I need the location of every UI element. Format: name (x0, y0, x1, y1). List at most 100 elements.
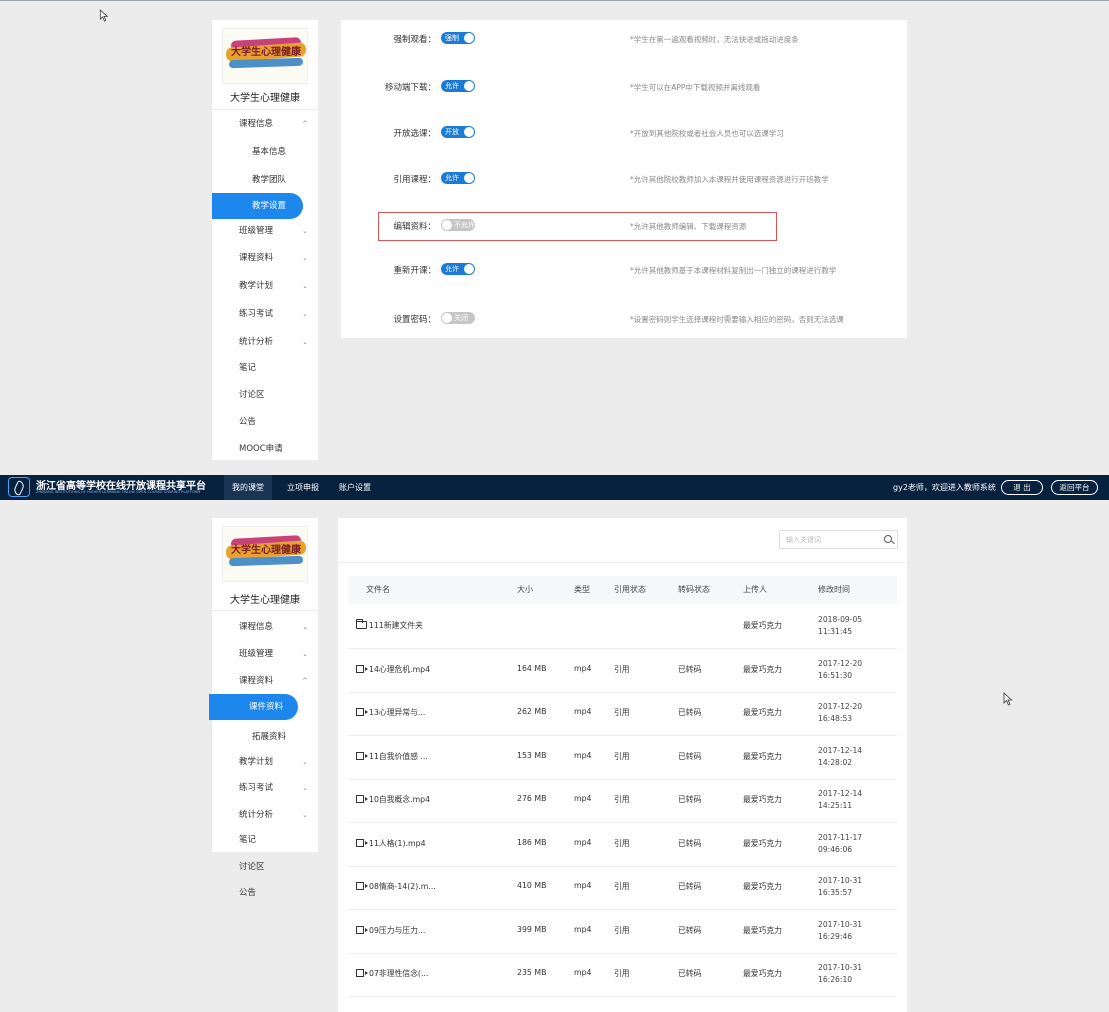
chevron-down-icon[interactable]: ⌄ (302, 749, 308, 775)
logout-button[interactable]: 退 出 (1001, 480, 1043, 495)
cite-course-toggle[interactable]: 允许 (441, 172, 475, 184)
sidebar-item[interactable]: 教学设置 (212, 193, 303, 219)
chevron-up-icon[interactable]: ^ (302, 111, 308, 137)
sidebar-item[interactable]: 课程信息 ⌄ (212, 614, 318, 640)
platform-subtitle: ZHEJIANG INSTITUTIONS OF HIGHER LEARNING… (36, 490, 201, 494)
sidebar-item-label: 课程信息 (239, 119, 274, 129)
sidebar-item[interactable]: 练习考试 ⌄ (212, 301, 318, 327)
sidebar-item-label: 练习考试 (239, 309, 274, 319)
chevron-down-icon[interactable]: ⌄ (302, 614, 308, 640)
chevron-down-icon[interactable]: ⌄ (302, 273, 308, 299)
chevron-down-icon[interactable]: ⌄ (302, 245, 308, 271)
sidebar-item[interactable]: 统计分析 ⌄ (212, 802, 318, 828)
uploader: 最爱巧克力 (743, 621, 782, 630)
file-name[interactable]: 09压力与压力... (369, 925, 425, 936)
search-icon[interactable] (884, 535, 892, 543)
sidebar-item[interactable]: MOOC申请 (212, 436, 318, 462)
video-icon (356, 752, 368, 760)
nav-my-classroom[interactable]: 我的课堂 (224, 475, 272, 500)
sidebar-item[interactable]: 笔记 (212, 355, 318, 381)
file-type: mp4 (574, 664, 592, 673)
divider (212, 109, 318, 110)
course-logo: 大学生心理健康 (222, 526, 308, 582)
file-name[interactable]: 08情商-14(2).m... (369, 881, 436, 892)
file-type: mp4 (574, 968, 592, 977)
file-name[interactable]: 111新建文件夹 (369, 620, 423, 631)
sidebar-item[interactable]: 班级管理 ⌄ (212, 641, 318, 667)
divider (212, 610, 318, 611)
nav-account-settings[interactable]: 账户设置 (339, 475, 371, 500)
sidebar-item[interactable]: 笔记 (212, 827, 318, 853)
modified-date: 2017-12-14 (818, 789, 863, 798)
mobile-download-toggle[interactable]: 允许 (441, 80, 475, 92)
sidebar-item[interactable]: 班级管理 ⌄ (212, 218, 318, 244)
sidebar-item[interactable]: 教学计划 ⌄ (212, 749, 318, 775)
open-enrollment-toggle[interactable]: 开放 (441, 126, 475, 138)
table-row[interactable] (348, 604, 897, 648)
nav-project-apply[interactable]: 立项申报 (287, 475, 319, 500)
set-password-description: *设置密码则学生选择课程时需要输入相应的密码，否则无法选课 (630, 315, 844, 324)
search-input[interactable] (786, 534, 876, 546)
search-box[interactable] (779, 530, 898, 549)
file-name[interactable]: 13心理异常与... (369, 707, 425, 718)
modified-date: 2017-12-14 (818, 746, 863, 755)
chevron-down-icon[interactable]: ⌄ (302, 775, 308, 801)
sidebar-item-label: 讨论区 (239, 390, 265, 400)
col-uploader[interactable]: 上传人 (743, 576, 767, 604)
force-watch-toggle[interactable]: 强制 (441, 32, 475, 44)
col-transcode-status[interactable]: 转码状态 (678, 576, 710, 604)
sidebar-item[interactable]: 课程资料 ^ (212, 668, 318, 694)
file-name[interactable]: 11自我价值感 ... (369, 751, 428, 762)
file-name[interactable]: 14心理危机.mp4 (369, 664, 430, 675)
sidebar-item[interactable]: 拓展资料 (212, 724, 318, 750)
sidebar-item-label: 班级管理 (239, 649, 274, 659)
restart-course-toggle[interactable]: 允许 (441, 263, 475, 275)
file-name[interactable]: 10自我概念.mp4 (369, 794, 430, 805)
col-modified-time[interactable]: 修改时间 (818, 576, 850, 604)
top-navbar: 浙江省高等学校在线开放课程共享平台 ZHEJIANG INSTITUTIONS … (0, 475, 1109, 500)
sidebar-item-label: MOOC申请 (239, 444, 283, 454)
transcode-status: 已转码 (678, 969, 702, 978)
back-to-platform-button[interactable]: 返回平台 (1051, 480, 1098, 495)
chevron-down-icon[interactable]: ⌄ (302, 802, 308, 828)
sidebar-item[interactable]: 公告 (212, 880, 318, 906)
sidebar-item[interactable]: 统计分析 ⌄ (212, 329, 318, 355)
transcode-status: 已转码 (678, 795, 702, 804)
chevron-down-icon[interactable]: ⌄ (302, 329, 308, 355)
sidebar-item[interactable]: 讨论区 (212, 382, 318, 408)
col-filename[interactable]: 文件名 (366, 576, 390, 604)
col-ref-status[interactable]: 引用状态 (614, 576, 646, 604)
chevron-down-icon[interactable]: ⌄ (302, 301, 308, 327)
sidebar-item[interactable]: 课程资料 ⌄ (212, 245, 318, 271)
open-enrollment-description: *开放到其他院校或者社会人员也可以选课学习 (630, 129, 784, 138)
sidebar-item[interactable]: 课程信息 ^ (212, 111, 318, 137)
file-size: 399 MB (517, 925, 547, 934)
row-divider (348, 996, 897, 997)
modified-time: 09:46:06 (818, 845, 853, 854)
sidebar-item[interactable]: 练习考试 ⌄ (212, 775, 318, 801)
platform-logo-icon[interactable] (8, 477, 30, 497)
transcode-status: 已转码 (678, 665, 702, 674)
file-size: 276 MB (517, 794, 547, 803)
logo-text: 大学生心理健康 (231, 47, 301, 58)
file-size: 153 MB (517, 751, 547, 760)
file-name[interactable]: 11人格(1).mp4 (369, 838, 426, 849)
file-name[interactable]: 07非理性信念(... (369, 968, 428, 979)
sidebar-item-label: 教学团队 (252, 175, 287, 185)
video-icon (356, 708, 368, 716)
chevron-down-icon[interactable]: ⌄ (302, 641, 308, 667)
sidebar-item[interactable]: 公告 (212, 409, 318, 435)
sidebar-item[interactable]: 课件资料 (209, 694, 298, 720)
modified-time: 14:25:11 (818, 801, 853, 810)
sidebar-item[interactable]: 讨论区 (212, 854, 318, 880)
sidebar-item[interactable]: 教学计划 ⌄ (212, 273, 318, 299)
sidebar-item[interactable]: 基本信息 (212, 139, 318, 165)
chevron-up-icon[interactable]: ^ (302, 668, 308, 694)
sidebar-item[interactable]: 教学团队 (212, 167, 318, 193)
set-password-toggle[interactable]: 关闭 (441, 312, 475, 324)
file-size: 410 MB (517, 881, 547, 890)
chevron-down-icon[interactable]: ⌄ (302, 218, 308, 244)
col-size[interactable]: 大小 (517, 576, 533, 604)
col-type[interactable]: 类型 (574, 576, 590, 604)
modified-time: 11:31:45 (818, 627, 853, 636)
